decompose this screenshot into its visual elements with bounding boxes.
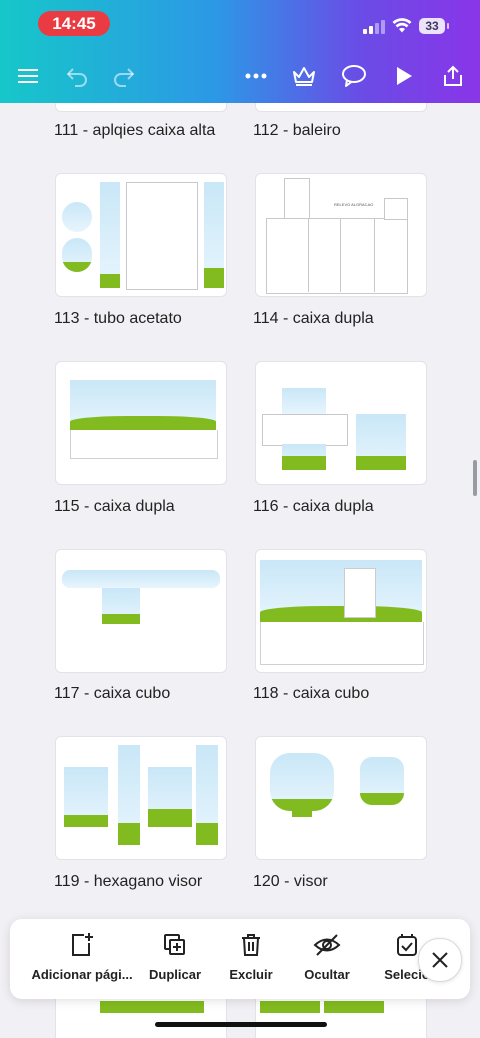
signal-icon (363, 18, 385, 34)
page-label-111: 111 - aplqies caixa alta (54, 122, 216, 139)
duplicate-icon (161, 931, 189, 959)
page-thumbnail-120[interactable] (255, 736, 427, 860)
page-label-115: 115 - caixa dupla (54, 498, 175, 515)
duplicate-label: Duplicar (148, 967, 201, 982)
home-indicator (155, 1022, 327, 1027)
app-header: 14:45 33 (0, 0, 480, 103)
page-label-117: 117 - caixa cubo (54, 685, 171, 702)
status-time: 14:45 (38, 11, 110, 36)
battery-indicator: 33 (419, 18, 449, 34)
page-label-119: 119 - hexagano visor (54, 873, 203, 890)
status-bar: 14:45 33 (0, 0, 480, 48)
delete-button[interactable]: Excluir (218, 919, 284, 999)
page-thumbnail-115[interactable] (55, 361, 227, 485)
delete-label: Excluir (229, 967, 273, 982)
page-label-113: 113 - tubo acetato (54, 310, 182, 327)
menu-icon[interactable] (13, 61, 43, 91)
share-icon[interactable] (438, 61, 468, 91)
page-thumbnail-117[interactable] (55, 549, 227, 673)
page-label-116: 116 - caixa dupla (253, 498, 374, 515)
page-label-120: 120 - visor (253, 873, 328, 890)
editor-toolbar (0, 55, 480, 97)
play-icon[interactable] (389, 61, 419, 91)
trash-icon (237, 931, 265, 959)
duplicate-button[interactable]: Duplicar (140, 919, 210, 999)
redo-icon[interactable] (109, 61, 139, 91)
add-page-button[interactable]: Adicionar pági... (22, 919, 142, 999)
page-thumbnail-112[interactable] (255, 103, 427, 112)
crown-icon[interactable] (289, 61, 319, 91)
pages-grid: 111 - aplqies caixa alta 112 - baleiro R… (0, 103, 480, 1038)
undo-icon[interactable] (62, 61, 92, 91)
page-label-114: 114 - caixa dupla (253, 310, 374, 327)
page-thumbnail-111[interactable] (55, 103, 227, 112)
page-thumbnail-119[interactable] (55, 736, 227, 860)
wifi-icon (392, 18, 412, 33)
page-thumbnail-113[interactable] (55, 173, 227, 297)
close-icon (432, 952, 448, 968)
page-label-118: 118 - caixa cubo (253, 685, 370, 702)
select-icon (393, 931, 421, 959)
page-thumbnail-114[interactable]: RELEVO ALGRACAO (255, 173, 427, 297)
hide-button[interactable]: Ocultar (294, 919, 360, 999)
add-page-icon (68, 931, 96, 959)
page-action-bar: Adicionar pági... Duplicar Excluir Ocult… (10, 919, 470, 999)
scroll-indicator[interactable] (473, 460, 477, 496)
close-action-bar-button[interactable] (418, 938, 462, 982)
hide-icon (313, 931, 341, 959)
add-page-label: Adicionar pági... (31, 967, 133, 982)
more-icon[interactable] (241, 61, 271, 91)
page-thumbnail-116[interactable] (255, 361, 427, 485)
comment-icon[interactable] (339, 61, 369, 91)
page-label-112: 112 - baleiro (253, 122, 341, 139)
thumb-caption: RELEVO ALGRACAO (334, 202, 374, 207)
hide-label: Ocultar (304, 967, 350, 982)
page-thumbnail-118[interactable] (255, 549, 427, 673)
